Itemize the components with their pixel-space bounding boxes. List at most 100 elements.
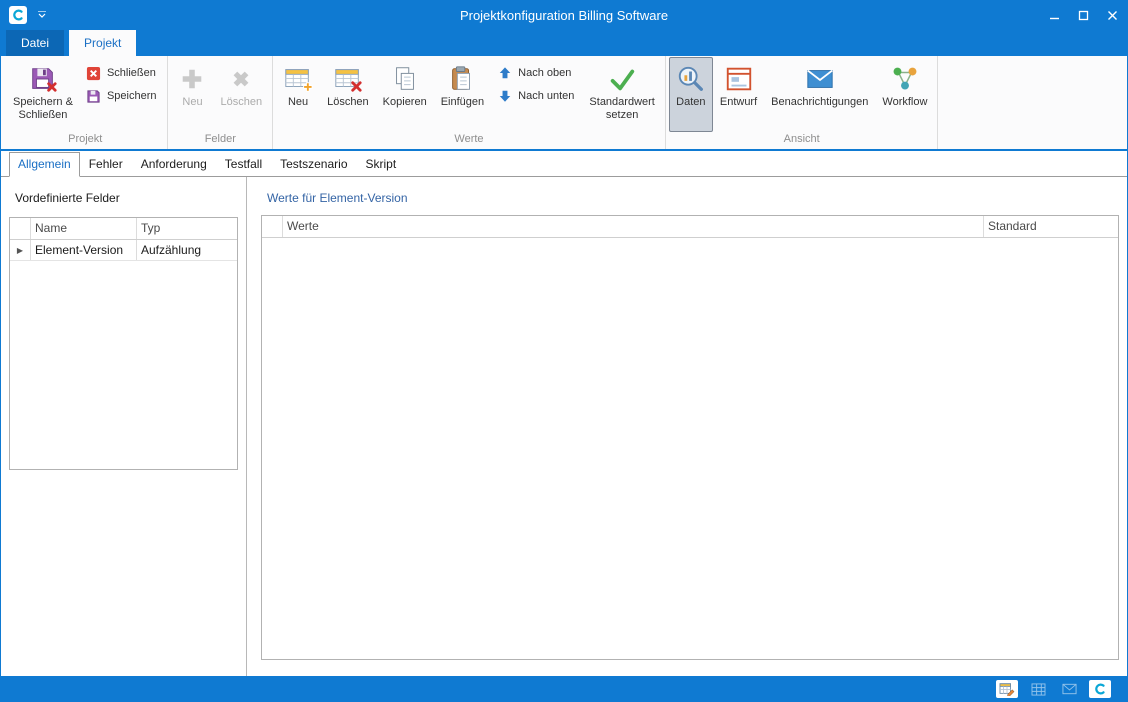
save-icon [86, 88, 102, 104]
predefined-fields-panel: Vordefinierte Felder Name Typ ▶ Element-… [1, 177, 247, 676]
cell-field-name[interactable]: Element-Version [31, 240, 137, 260]
notifications-label: Benachrichtigungen [771, 96, 868, 109]
copy-button[interactable]: Kopieren [376, 57, 434, 132]
header-indicator-cell [10, 218, 31, 239]
save-project-button[interactable]: Speichern [82, 87, 161, 105]
ribbon-tab-datei[interactable]: Datei [6, 30, 64, 56]
app-logo-icon-statusbar[interactable] [1089, 680, 1111, 698]
maximize-button[interactable] [1069, 0, 1098, 30]
column-header-typ[interactable]: Typ [137, 218, 237, 239]
group-caption-werte: Werte [276, 132, 662, 149]
minimize-button[interactable] [1040, 0, 1069, 30]
copy-label: Kopieren [383, 96, 427, 109]
paste-button[interactable]: Einfügen [434, 57, 491, 132]
x-disabled-icon [228, 62, 254, 96]
arrow-up-icon [497, 65, 513, 81]
view-tab-strip: Allgemein Fehler Anforderung Testfall Te… [1, 151, 1127, 177]
ribbon-tab-row: Datei Projekt [1, 30, 1127, 56]
field-new-button[interactable]: Neu [171, 57, 213, 132]
ribbon-group-werte: Neu Löschen [273, 56, 666, 149]
predefined-fields-grid: Name Typ ▶ Element-Version Aufzählung [9, 217, 238, 470]
app-window: Projektkonfiguration Billing Software Da… [0, 0, 1128, 702]
fields-edit-icon[interactable] [996, 680, 1018, 698]
design-form-icon [724, 62, 754, 96]
column-header-name[interactable]: Name [31, 218, 137, 239]
value-delete-label: Löschen [327, 96, 369, 109]
tab-skript[interactable]: Skript [357, 152, 406, 177]
values-header-indicator-cell [262, 216, 283, 237]
checkmark-icon [607, 62, 637, 96]
field-new-label: Neu [182, 96, 202, 109]
move-up-label: Nach oben [518, 67, 571, 79]
copy-icon [390, 62, 420, 96]
notifications-button[interactable]: Benachrichtigungen [764, 57, 875, 132]
values-grid-empty-area [262, 238, 1118, 659]
move-down-label: Nach unten [518, 90, 574, 102]
tab-testfall[interactable]: Testfall [216, 152, 271, 177]
ribbon-group-felder: Neu Löschen Felder [168, 56, 273, 149]
value-delete-button[interactable]: Löschen [320, 57, 376, 132]
view-design-button[interactable]: Entwurf [713, 57, 764, 132]
group-caption-projekt: Projekt [6, 132, 164, 149]
group-caption-felder: Felder [171, 132, 269, 149]
grid-header-row: Name Typ [10, 218, 237, 240]
save-project-label: Speichern [107, 90, 157, 102]
plus-disabled-icon [179, 62, 205, 96]
main-content: Vordefinierte Felder Name Typ ▶ Element-… [1, 177, 1127, 676]
workflow-diagram-icon [890, 62, 920, 96]
view-design-label: Entwurf [720, 96, 757, 109]
tab-testszenario[interactable]: Testszenario [271, 152, 356, 177]
close-project-button[interactable]: Schließen [82, 64, 161, 82]
ribbon: Speichern & Schließen Schließen S [1, 56, 1127, 151]
ribbon-group-ansicht: Daten Entwurf [666, 56, 939, 149]
close-button[interactable] [1098, 0, 1127, 30]
tab-allgemein[interactable]: Allgemein [9, 152, 80, 177]
field-delete-button[interactable]: Löschen [213, 57, 269, 132]
values-panel-title: Werte für Element-Version [267, 191, 1119, 205]
ribbon-group-projekt: Speichern & Schließen Schließen S [3, 56, 168, 149]
data-magnifier-icon [676, 62, 706, 96]
mail-icon[interactable] [1058, 680, 1080, 698]
quick-access-chevron-down-icon[interactable] [37, 11, 47, 19]
app-logo-icon[interactable] [9, 6, 27, 24]
table-row[interactable]: ▶ Element-Version Aufzählung [10, 240, 237, 261]
value-new-button[interactable]: Neu [276, 57, 320, 132]
predefined-fields-title: Vordefinierte Felder [15, 191, 238, 205]
arrow-down-icon [497, 88, 513, 104]
move-down-button[interactable]: Nach unten [493, 87, 578, 105]
cell-field-typ[interactable]: Aufzählung [137, 240, 237, 260]
workflow-label: Workflow [882, 96, 927, 109]
values-grid-header-row: Werte Standard [262, 216, 1118, 238]
column-header-werte[interactable]: Werte [283, 216, 984, 237]
close-red-icon [86, 65, 102, 81]
values-grid: Werte Standard [261, 215, 1119, 660]
workflow-button[interactable]: Workflow [875, 57, 934, 132]
save-and-close-label-line1: Speichern & [13, 96, 73, 109]
save-and-close-label-line2: Schließen [19, 109, 68, 122]
paste-label: Einfügen [441, 96, 484, 109]
close-project-label: Schließen [107, 67, 156, 79]
window-title: Projektkonfiguration Billing Software [1, 8, 1127, 23]
group-caption-ansicht: Ansicht [669, 132, 935, 149]
set-default-label-line1: Standardwert [589, 96, 654, 109]
save-and-close-button[interactable]: Speichern & Schließen [6, 57, 80, 132]
column-header-standard[interactable]: Standard [984, 216, 1118, 237]
grid-icon[interactable] [1027, 680, 1049, 698]
grid-delete-icon [333, 62, 363, 96]
tab-fehler[interactable]: Fehler [80, 152, 132, 177]
move-up-button[interactable]: Nach oben [493, 64, 578, 82]
window-controls [1040, 0, 1127, 30]
mail-envelope-icon [805, 62, 835, 96]
grid-add-icon [283, 62, 313, 96]
set-default-label-line2: setzen [606, 109, 638, 122]
values-panel: Werte für Element-Version Werte Standard [247, 177, 1127, 676]
grid-empty-area [10, 261, 237, 469]
row-indicator-arrow-icon: ▶ [10, 240, 31, 260]
tab-anforderung[interactable]: Anforderung [132, 152, 216, 177]
set-default-button[interactable]: Standardwert setzen [582, 57, 661, 132]
save-close-icon [28, 62, 58, 96]
status-bar [1, 676, 1127, 702]
paste-icon [447, 62, 477, 96]
view-data-button[interactable]: Daten [669, 57, 713, 132]
ribbon-tab-projekt[interactable]: Projekt [69, 30, 136, 56]
